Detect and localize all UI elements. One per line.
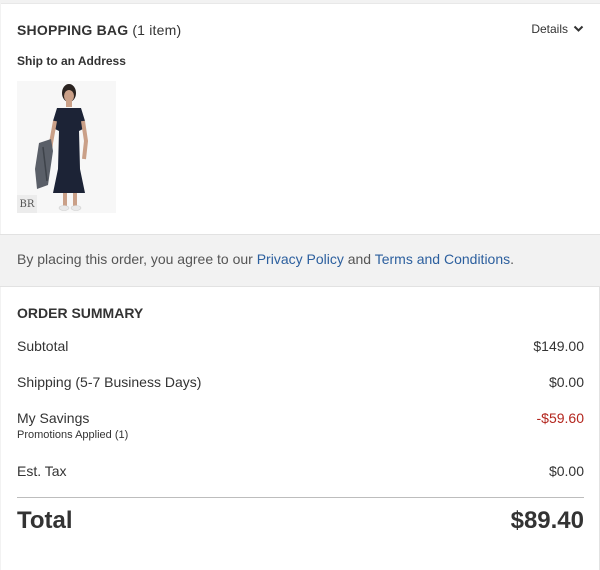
shipping-value: $0.00 [548, 374, 584, 390]
terms-banner: By placing this order, you agree to our … [0, 234, 600, 287]
order-summary-section: ORDER SUMMARY Subtotal $149.00 Shipping … [1, 287, 600, 570]
chevron-down-icon [573, 25, 584, 32]
details-label: Details [531, 22, 568, 36]
order-summary-title: ORDER SUMMARY [17, 305, 144, 321]
total-label: Total [17, 507, 73, 534]
shipping-label: Shipping (5-7 Business Days) [17, 374, 202, 390]
checkout-page: SHOPPING BAG (1 item) Details Ship to an … [0, 0, 600, 570]
brand-logo-badge: BR [17, 195, 37, 213]
subtotal-value: $149.00 [533, 338, 584, 354]
savings-value: -$59.60 [536, 410, 584, 426]
ship-to-address-label: Ship to an Address [17, 54, 126, 68]
tax-label: Est. Tax [17, 463, 67, 479]
savings-label: My Savings [17, 410, 90, 426]
product-image[interactable]: BR [17, 81, 116, 213]
total-value: $89.40 [510, 507, 584, 534]
tax-value: $0.00 [548, 463, 584, 479]
promotions-applied-label: Promotions Applied (1) [17, 429, 129, 441]
shopping-bag-section: SHOPPING BAG (1 item) Details Ship to an … [1, 3, 600, 234]
privacy-policy-link[interactable]: Privacy Policy [257, 251, 344, 267]
terms-text: By placing this order, you agree to our … [17, 251, 514, 267]
shopping-bag-heading: SHOPPING BAG [17, 22, 129, 38]
terms-and-conditions-link[interactable]: Terms and Conditions [375, 251, 510, 267]
summary-divider [17, 497, 584, 498]
dress-model-illustration [17, 81, 116, 213]
terms-suffix: . [510, 251, 515, 267]
details-toggle[interactable]: Details [531, 22, 584, 36]
subtotal-label: Subtotal [17, 338, 69, 354]
shopping-bag-title: SHOPPING BAG (1 item) [17, 22, 181, 38]
bag-item-count: (1 item) [132, 22, 182, 38]
terms-prefix: By placing this order, you agree to our [17, 251, 253, 267]
terms-conjunction: and [347, 251, 372, 267]
